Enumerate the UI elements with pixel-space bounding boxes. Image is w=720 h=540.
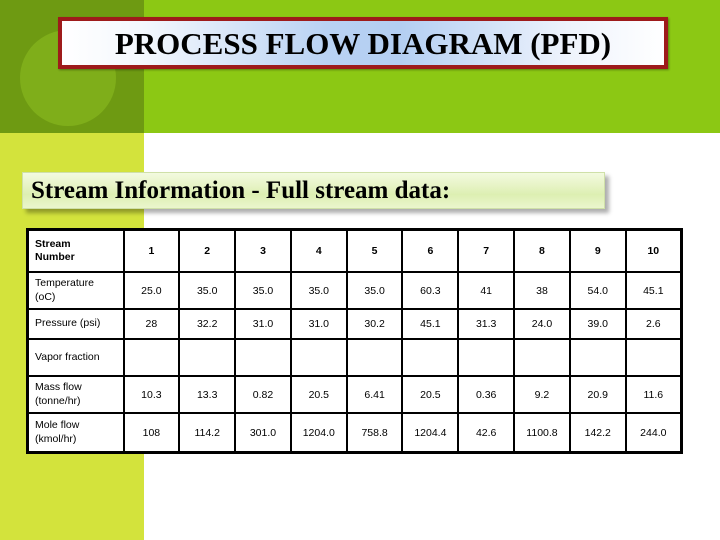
cell-temperature-7: 41 xyxy=(457,271,516,310)
slide-canvas: PROCESS FLOW DIAGRAM (PFD) Stream Inform… xyxy=(0,0,720,540)
cell-mass-flow-7: 0.36 xyxy=(457,375,516,414)
cell-pressure-10: 2.6 xyxy=(624,308,683,340)
cell-pressure-7: 31.3 xyxy=(457,308,516,340)
cell-mole-flow-3: 301.0 xyxy=(234,412,292,454)
row-label-line1: Temperature xyxy=(35,277,94,290)
cell-pressure-3: 31.0 xyxy=(234,308,292,340)
cell-temperature-3: 35.0 xyxy=(234,271,292,310)
cell-vapor-fraction-9 xyxy=(568,338,627,377)
cell-vapor-fraction-7 xyxy=(457,338,516,377)
cell-mole-flow-4: 1204.0 xyxy=(289,412,348,454)
row-label-line2: (tonne/hr) xyxy=(35,394,81,407)
table-head: Stream Number 1 2 3 4 5 6 7 8 9 10 xyxy=(26,228,683,273)
column-header-4: 4 xyxy=(289,228,348,273)
cell-vapor-fraction-4 xyxy=(289,338,348,377)
row-label-temperature: Temperature (oC) xyxy=(26,271,125,310)
column-header-10: 10 xyxy=(624,228,683,273)
cell-pressure-9: 39.0 xyxy=(568,308,627,340)
cell-vapor-fraction-3 xyxy=(234,338,292,377)
table-body: Temperature (oC) 25.0 35.0 35.0 35.0 35.… xyxy=(26,271,683,454)
cell-mole-flow-8: 1100.8 xyxy=(513,412,571,454)
cell-mass-flow-5: 6.41 xyxy=(345,375,404,414)
cell-vapor-fraction-5 xyxy=(345,338,404,377)
cell-temperature-2: 35.0 xyxy=(178,271,237,310)
row-label-pressure: Pressure (psi) xyxy=(26,308,125,340)
cell-temperature-5: 35.0 xyxy=(345,271,404,310)
row-label-line1: Mass flow xyxy=(35,381,82,394)
cell-mole-flow-7: 42.6 xyxy=(457,412,516,454)
cell-mass-flow-10: 11.6 xyxy=(624,375,683,414)
column-header-1: 1 xyxy=(122,228,181,273)
table-row: Temperature (oC) 25.0 35.0 35.0 35.0 35.… xyxy=(26,271,683,310)
cell-mole-flow-10: 244.0 xyxy=(624,412,683,454)
cell-pressure-5: 30.2 xyxy=(345,308,404,340)
row-label-mass-flow: Mass flow (tonne/hr) xyxy=(26,375,125,414)
cell-mass-flow-8: 9.2 xyxy=(513,375,571,414)
cell-mass-flow-4: 20.5 xyxy=(289,375,348,414)
cell-pressure-8: 24.0 xyxy=(513,308,571,340)
cell-vapor-fraction-6 xyxy=(401,338,460,377)
cell-temperature-4: 35.0 xyxy=(289,271,348,310)
row-label-vapor-fraction: Vapor fraction xyxy=(26,338,125,377)
slide-title-plate: PROCESS FLOW DIAGRAM (PFD) xyxy=(58,17,668,69)
table-row: Mass flow (tonne/hr) 10.3 13.3 0.82 20.5… xyxy=(26,375,683,414)
row-label-line2: (kmol/hr) xyxy=(35,432,77,445)
cell-pressure-4: 31.0 xyxy=(289,308,348,340)
section-subtitle: Stream Information - Full stream data: xyxy=(31,177,451,204)
table-corner-header: Stream Number xyxy=(26,228,125,273)
column-header-2: 2 xyxy=(178,228,237,273)
stream-data-table: Stream Number 1 2 3 4 5 6 7 8 9 10 Tempe… xyxy=(26,228,683,454)
page-title: PROCESS FLOW DIAGRAM (PFD) xyxy=(114,25,612,61)
cell-temperature-6: 60.3 xyxy=(401,271,460,310)
cell-temperature-8: 38 xyxy=(513,271,571,310)
corner-header-line1: Stream xyxy=(35,237,71,250)
cell-mole-flow-2: 114.2 xyxy=(178,412,237,454)
cell-mass-flow-9: 20.9 xyxy=(568,375,627,414)
cell-temperature-9: 54.0 xyxy=(568,271,627,310)
column-header-7: 7 xyxy=(457,228,516,273)
table-row: Mole flow (kmol/hr) 108 114.2 301.0 1204… xyxy=(26,412,683,454)
row-label-line1: Mole flow xyxy=(35,419,80,432)
cell-mass-flow-1: 10.3 xyxy=(122,375,181,414)
cell-mass-flow-2: 13.3 xyxy=(178,375,237,414)
column-header-9: 9 xyxy=(568,228,627,273)
cell-temperature-1: 25.0 xyxy=(122,271,181,310)
column-header-3: 3 xyxy=(234,228,292,273)
corner-header-line2: Number xyxy=(35,251,75,263)
cell-vapor-fraction-10 xyxy=(624,338,683,377)
cell-vapor-fraction-1 xyxy=(122,338,181,377)
subtitle-banner: Stream Information - Full stream data: xyxy=(22,172,605,209)
column-header-8: 8 xyxy=(513,228,571,273)
cell-mole-flow-9: 142.2 xyxy=(568,412,627,454)
cell-vapor-fraction-8 xyxy=(513,338,571,377)
cell-pressure-2: 32.2 xyxy=(178,308,237,340)
cell-pressure-6: 45.1 xyxy=(401,308,460,340)
cell-mole-flow-1: 108 xyxy=(122,412,181,454)
cell-pressure-1: 28 xyxy=(122,308,181,340)
row-label-mole-flow: Mole flow (kmol/hr) xyxy=(26,412,125,454)
table-row: Vapor fraction xyxy=(26,338,683,377)
cell-mass-flow-3: 0.82 xyxy=(234,375,292,414)
row-label-line2: (oC) xyxy=(35,290,56,303)
column-header-5: 5 xyxy=(345,228,404,273)
cell-mass-flow-6: 20.5 xyxy=(401,375,460,414)
cell-mole-flow-6: 1204.4 xyxy=(401,412,460,454)
cell-vapor-fraction-2 xyxy=(178,338,237,377)
cell-mole-flow-5: 758.8 xyxy=(345,412,404,454)
column-header-6: 6 xyxy=(401,228,460,273)
table-row: Pressure (psi) 28 32.2 31.0 31.0 30.2 45… xyxy=(26,308,683,340)
cell-temperature-10: 45.1 xyxy=(624,271,683,310)
table-header-row: Stream Number 1 2 3 4 5 6 7 8 9 10 xyxy=(26,228,683,273)
